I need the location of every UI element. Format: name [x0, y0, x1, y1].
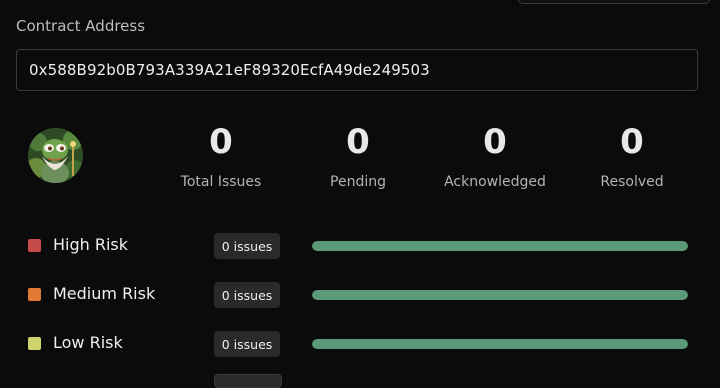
stat-total-issues: 0 Total Issues — [151, 120, 291, 190]
stat-total-issues-label: Total Issues — [180, 174, 262, 190]
stat-resolved-value: 0 — [620, 122, 644, 162]
project-avatar — [28, 128, 83, 183]
top-tab[interactable] — [518, 0, 710, 4]
stat-acknowledged-value: 0 — [483, 122, 507, 162]
next-row-badge-partial — [214, 374, 282, 388]
medium-risk-bar-fill — [312, 290, 688, 300]
contract-address-label: Contract Address — [16, 17, 146, 35]
risk-row-medium: Medium Risk 0 issues — [28, 282, 688, 308]
risk-row-low: Low Risk 0 issues — [28, 331, 688, 357]
high-risk-bar-fill — [312, 241, 688, 251]
high-risk-indicator — [28, 239, 41, 252]
stat-resolved-label: Resolved — [600, 174, 664, 190]
high-risk-bar — [312, 241, 688, 251]
low-risk-bar-fill — [312, 339, 688, 349]
stat-pending: 0 Pending — [288, 120, 428, 190]
stat-pending-label: Pending — [330, 174, 386, 190]
stat-acknowledged: 0 Acknowledged — [425, 120, 565, 190]
stat-total-issues-value: 0 — [209, 122, 233, 162]
high-risk-label: High Risk — [53, 235, 129, 254]
stat-resolved: 0 Resolved — [562, 120, 702, 190]
high-risk-issues-badge: 0 issues — [214, 233, 280, 259]
risk-row-high: High Risk 0 issues — [28, 233, 688, 259]
contract-address-field[interactable]: 0x588B92b0B793A339A21eF89320EcfA49de2495… — [16, 49, 698, 91]
medium-risk-issues-badge: 0 issues — [214, 282, 280, 308]
low-risk-issues-badge: 0 issues — [214, 331, 280, 357]
contract-address-value: 0x588B92b0B793A339A21eF89320EcfA49de2495… — [29, 61, 430, 79]
medium-risk-label: Medium Risk — [53, 284, 156, 303]
medium-risk-indicator — [28, 288, 41, 301]
stat-pending-value: 0 — [346, 122, 370, 162]
stat-acknowledged-label: Acknowledged — [444, 174, 546, 190]
medium-risk-bar — [312, 290, 688, 300]
low-risk-indicator — [28, 337, 41, 350]
low-risk-label: Low Risk — [53, 333, 123, 352]
low-risk-bar — [312, 339, 688, 349]
